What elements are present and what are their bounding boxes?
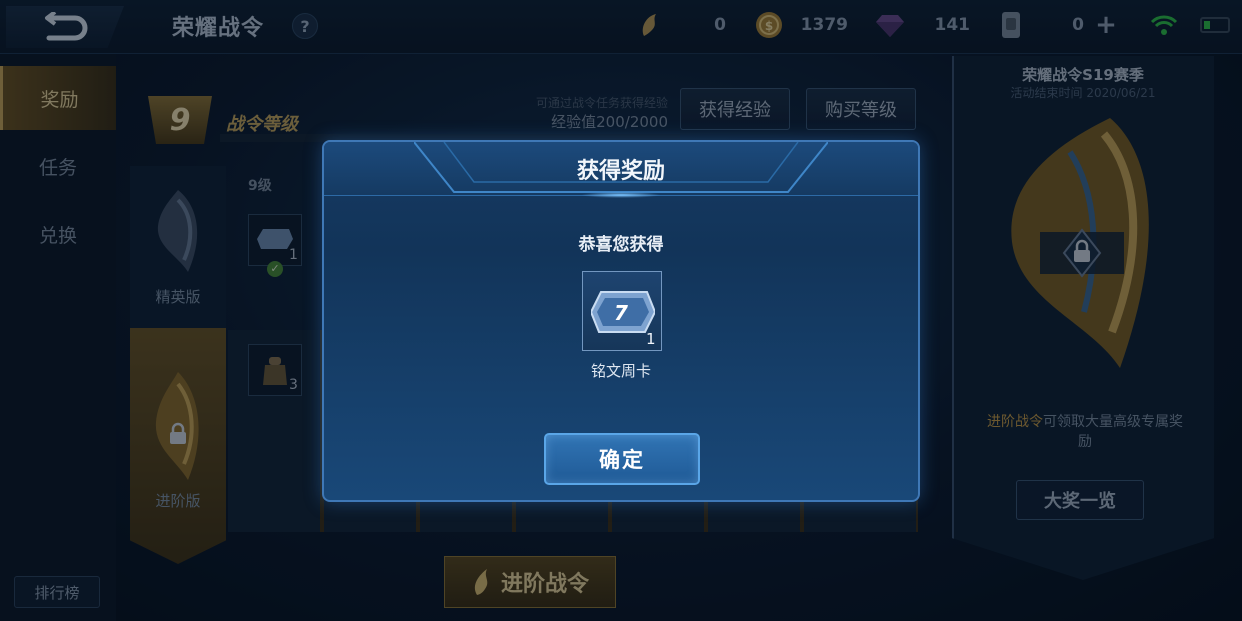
reward-dialog: 获得奖励 恭喜您获得 7 1 铭文周卡 确定 [322, 140, 920, 502]
reward-name: 铭文周卡 [590, 362, 651, 380]
header-glow [581, 192, 661, 198]
dialog-subtitle: 恭喜您获得 [578, 235, 664, 255]
dialog-title: 获得奖励 [576, 159, 665, 184]
confirm-button[interactable]: 确定 [544, 433, 700, 485]
rune-week-card-icon: 7 [591, 291, 655, 333]
card-badge-number: 7 [614, 301, 628, 325]
reward-count: 1 [646, 330, 656, 348]
